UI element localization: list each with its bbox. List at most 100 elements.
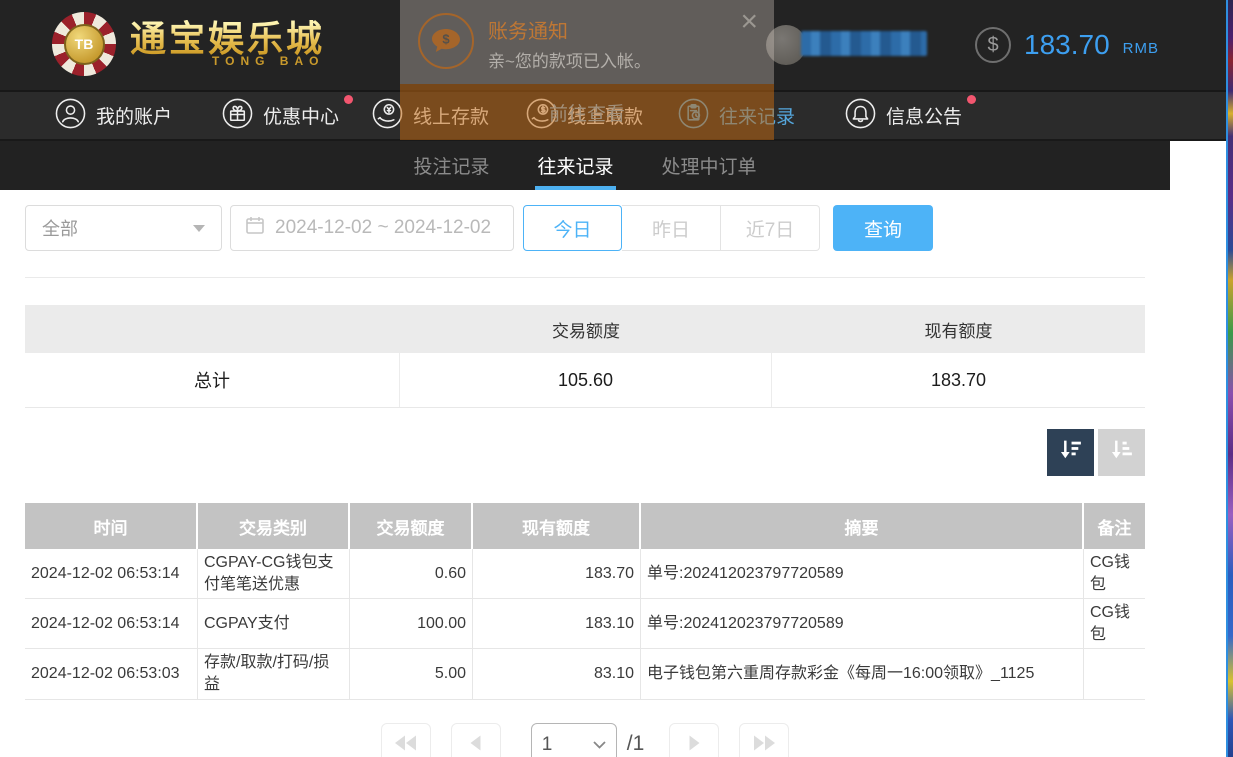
cell-time: 2024-12-02 06:53:03	[25, 649, 198, 698]
nav-item-my-account[interactable]: 我的账户	[55, 92, 172, 139]
cell-balance: 183.70	[473, 549, 641, 598]
double-chevron-left-icon	[395, 735, 417, 756]
cell-amount: 100.00	[350, 599, 473, 648]
notification-message: 亲~您的款项已入帐。	[488, 47, 651, 72]
page-select[interactable]: 1	[531, 723, 617, 757]
cell-summary: 单号:202412023797720589	[641, 549, 1084, 598]
deposit-icon	[372, 98, 403, 134]
balance-amount: 183.70	[1024, 29, 1110, 61]
col-time: 时间	[25, 503, 198, 549]
cell-remark: CG钱包	[1084, 599, 1145, 648]
summary-header-empty	[25, 305, 400, 353]
notification-body: $ 账务通知 亲~您的款项已入帐。 ×	[400, 0, 774, 84]
balance-currency: RMB	[1123, 40, 1159, 57]
date-range-input[interactable]: 2024-12-02 ~ 2024-12-02	[230, 205, 514, 251]
table-row: 2024-12-02 06:53:14 CGPAY-CG钱包支付笔笔送优惠 0.…	[25, 549, 1145, 599]
col-balance: 现有额度	[473, 503, 641, 549]
chevron-down-icon	[593, 741, 606, 749]
nav-label: 我的账户	[96, 102, 172, 129]
sort-ascending-button[interactable]	[1098, 429, 1145, 476]
type-select[interactable]: 全部	[25, 205, 222, 251]
next-page-button[interactable]	[669, 723, 719, 757]
notification-title: 账务通知	[488, 15, 568, 44]
close-icon[interactable]: ×	[740, 4, 758, 40]
chip-tb-label: TB	[64, 24, 105, 65]
dollar-icon: $	[975, 27, 1011, 63]
cell-remark: CG钱包	[1084, 549, 1145, 598]
tab-betting-records[interactable]: 投注记录	[411, 141, 491, 190]
table-row: 2024-12-02 06:53:14 CGPAY支付 100.00 183.1…	[25, 599, 1145, 649]
cell-time: 2024-12-02 06:53:14	[25, 549, 198, 598]
page-select-value: 1	[542, 734, 553, 756]
date-range-value: 2024-12-02 ~ 2024-12-02	[275, 217, 491, 239]
cell-time: 2024-12-02 06:53:14	[25, 599, 198, 648]
nav-label: 信息公告	[886, 102, 962, 129]
cell-summary: 单号:202412023797720589	[641, 599, 1084, 648]
cell-summary: 电子钱包第六重周存款彩金《每周一16:00领取》_1125	[641, 649, 1084, 698]
tab-transaction-records[interactable]: 往来记录	[535, 141, 615, 190]
page: TB 通宝娱乐城 TONG BAO $ 183.70 RMB 我的账户 优惠中心	[0, 0, 1233, 757]
tab-processing-orders[interactable]: 处理中订单	[660, 141, 759, 190]
bell-icon	[845, 98, 876, 134]
records-table-header: 时间 交易类别 交易额度 现有额度 摘要 备注	[25, 503, 1145, 549]
summary-header-current-balance: 现有额度	[772, 305, 1145, 353]
chevron-left-icon	[470, 735, 481, 756]
gift-icon	[222, 98, 253, 134]
summary-total-balance: 183.70	[772, 353, 1145, 407]
cell-balance: 183.10	[473, 599, 641, 648]
last-page-button[interactable]	[739, 723, 789, 757]
poker-chip-icon: TB	[52, 12, 116, 76]
previous-page-button[interactable]	[451, 723, 501, 757]
quick-range-group: 今日 昨日 近7日	[523, 205, 820, 251]
double-chevron-right-icon	[753, 735, 775, 756]
nav-label: 优惠中心	[263, 102, 339, 129]
page-total-indicator: /1	[627, 732, 645, 756]
summary-table: 交易额度 现有额度 总计 105.60 183.70	[25, 305, 1145, 408]
cell-amount: 0.60	[350, 549, 473, 598]
sort-descending-button[interactable]	[1047, 429, 1094, 476]
site-logo[interactable]: TB 通宝娱乐城 TONG BAO	[52, 12, 325, 76]
summary-total-amount: 105.60	[400, 353, 772, 407]
notification-dot	[344, 95, 353, 104]
calendar-icon	[245, 215, 265, 241]
cell-type: CGPAY-CG钱包支付笔笔送优惠	[198, 549, 350, 598]
col-amount: 交易额度	[350, 503, 473, 549]
logo-subtitle: TONG BAO	[212, 54, 325, 68]
notification-dot	[967, 95, 976, 104]
notification-toast: $ 账务通知 亲~您的款项已入帐。 × 前往查看	[400, 0, 774, 140]
cell-amount: 5.00	[350, 649, 473, 698]
balance-display[interactable]: $ 183.70 RMB	[975, 27, 1159, 63]
summary-table-header: 交易额度 现有额度	[25, 305, 1145, 353]
sort-controls	[1047, 429, 1145, 476]
yesterday-button[interactable]: 昨日	[622, 205, 721, 251]
cell-type: 存款/取款/打码/损益	[198, 649, 350, 698]
user-icon	[55, 98, 86, 134]
type-select-value: 全部	[42, 215, 78, 241]
svg-text:$: $	[442, 32, 450, 47]
money-message-icon: $	[418, 13, 474, 69]
pagination: 1 /1	[25, 723, 1145, 757]
summary-header-transaction-amount: 交易额度	[400, 305, 772, 353]
cell-remark	[1084, 649, 1145, 698]
records-table: 时间 交易类别 交易额度 现有额度 摘要 备注 2024-12-02 06:53…	[25, 503, 1145, 700]
record-tabs: 投注记录 往来记录 处理中订单	[0, 141, 1170, 190]
first-page-button[interactable]	[381, 723, 431, 757]
cell-balance: 83.10	[473, 649, 641, 698]
col-type: 交易类别	[198, 503, 350, 549]
col-remark: 备注	[1084, 503, 1145, 549]
logo-title: 通宝娱乐城	[130, 20, 325, 58]
search-button[interactable]: 查询	[833, 205, 933, 251]
caret-down-icon	[193, 225, 205, 232]
nav-item-announcements[interactable]: 信息公告	[845, 92, 962, 139]
summary-total-label: 总计	[25, 353, 400, 407]
username-redacted	[801, 31, 927, 56]
sort-descending-icon	[1057, 437, 1084, 469]
today-button[interactable]: 今日	[523, 205, 622, 251]
cell-type: CGPAY支付	[198, 599, 350, 648]
col-summary: 摘要	[641, 503, 1084, 549]
notification-action-link[interactable]: 前往查看	[400, 84, 774, 140]
last-7-days-button[interactable]: 近7日	[721, 205, 820, 251]
nav-item-promotions[interactable]: 优惠中心	[222, 92, 339, 139]
background-game-strip	[1226, 0, 1233, 757]
section-divider	[25, 277, 1145, 278]
